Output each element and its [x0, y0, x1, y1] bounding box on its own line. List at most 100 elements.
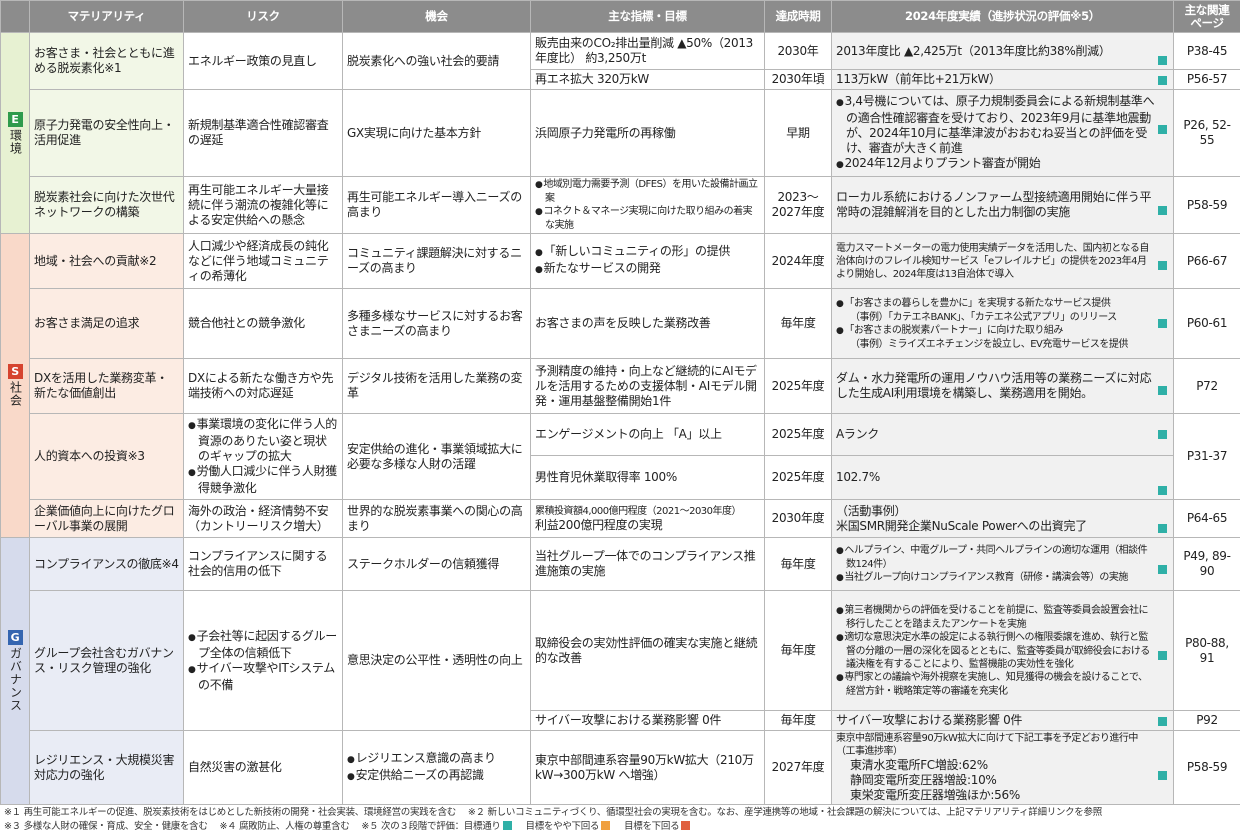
result-text: 2013年度比 ▲2,425万t（2013年度比約38%削減）: [836, 43, 1111, 58]
result-line: （活動事例）: [836, 503, 907, 518]
opportunity-item: 安定供給ニーズの再認識: [347, 768, 526, 785]
opportunity-cell: 安定供給の進化・事業領域拡大に必要な多様な人財の活躍: [342, 413, 531, 500]
kpi-cell: 「新しいコミュニティの形」の提供 新たなサービスの開発: [530, 233, 765, 289]
risk-cell: DXによる新たな働き方や先端技術への対応遅延: [183, 358, 343, 414]
result-line: 静岡変電所変圧器増設:10%: [850, 773, 997, 787]
period-cell: 毎年度: [764, 288, 832, 359]
materiality-cell: 人的資本への投資※3: [29, 413, 184, 500]
table-row: DXを活用した業務変革・新たな価値創出 DXによる新たな働き方や先端技術への対応…: [1, 358, 1240, 414]
evaluation-achieved-icon: [1158, 319, 1167, 328]
table-row: 企業価値向上に向けたグローバル事業の展開 海外の政治・経済情勢不安（カントリーリ…: [1, 499, 1240, 538]
opportunity-cell: 再生可能エネルギー導入ニーズの高まり: [342, 176, 531, 234]
table-row: G ガバナンス コンプライアンスの徹底※4 コンプライアンスに関する社会的信用の…: [0, 537, 1240, 805]
evaluation-achieved-icon: [1158, 486, 1167, 495]
kpi-cell: 地域別電力需要予測（DFES）を用いた設備計画立案 コネクト＆マネージ実現に向け…: [530, 176, 765, 234]
result-line: 米国SMR開発企業NuScale Powerへの出資完了: [836, 518, 1087, 533]
table-row: S 社会 地域・社会への貢献※2 人口減少や経済成長の鈍化などに伴う地域コミュニ…: [0, 233, 1240, 538]
result-cell: サイバー攻撃における業務影響 0件: [831, 710, 1174, 731]
category-environment: E 環境: [0, 32, 30, 234]
category-governance: G ガバナンス: [0, 537, 30, 805]
result-cell: 113万kW（前年比+21万kW）: [831, 69, 1174, 90]
page-cell: P80-88, 91: [1173, 590, 1240, 711]
opportunity-cell: 意思決定の公平性・透明性の向上: [342, 590, 531, 731]
evaluation-achieved-icon: [1158, 261, 1167, 270]
kpi-item: 地域別電力需要予測（DFES）を用いた設備計画立案: [535, 178, 760, 205]
kpi-cell: 浜岡原子力発電所の再稼働: [530, 89, 765, 177]
legend-below-icon: [681, 821, 691, 830]
materiality-cell: 脱炭素社会に向けた次世代ネットワークの構築: [29, 176, 184, 234]
result-text: 電力スマートメーターの電力使用実績データを活用した、国内初となる自治体向けのフレ…: [836, 242, 1149, 280]
materiality-cell: DXを活用した業務変革・新たな価値創出: [29, 358, 184, 414]
result-list: 3,4号機については、原子力規制委員会による新規制基準への適合性確認審査を受けて…: [836, 94, 1155, 173]
materiality-cell: コンプライアンスの徹底※4: [29, 537, 184, 591]
period-cell: 2025年度: [764, 358, 832, 414]
category-g-label: ガバナンス: [8, 647, 23, 712]
evaluation-achieved-icon: [1158, 430, 1167, 439]
period-cell: 2027年度: [764, 730, 832, 805]
kpi-cell: サイバー攻撃における業務影響 0件: [530, 710, 765, 731]
opportunity-cell: コミュニティ課題解決に対するニーズの高まり: [342, 233, 531, 289]
table-row: レジリエンス・大規模災害対応力の強化 自然災害の激甚化 レジリエンス意識の高まり…: [1, 730, 1240, 805]
result-head: 東京中部間連系容量90万kW拡大に向けて下記工事を予定どおり進行中（工事進捗率）: [836, 733, 1138, 757]
risk-cell: エネルギー政策の見直し: [183, 32, 343, 90]
result-list: ヘルプライン、中電グループ・共同ヘルプラインの適切な運用（相談件数124件） 当…: [836, 544, 1155, 585]
kpi-cell: 男性育児休業取得率 100%: [530, 455, 765, 500]
page-cell: P56-57: [1173, 69, 1240, 90]
result-text: ローカル系統におけるノンファーム型接続適用開始に伴う平常時の混雑解消を目的とした…: [836, 190, 1152, 219]
result-cell: Aランク: [831, 413, 1174, 456]
result-item: 当社グループ向けコンプライアンス教育（研修・講演会等）の実施: [836, 571, 1155, 585]
result-cell: 「お客さまの暮らしを豊かに」を実現する新たなサービス提供 （事例）「カテエネBA…: [831, 288, 1174, 359]
result-item: 「お客さまの暮らしを豊かに」を実現する新たなサービス提供: [836, 297, 1155, 311]
result-text: 102.7%: [836, 470, 880, 484]
category-g-badge: G: [7, 630, 23, 645]
kpi-item: 「新しいコミュニティの形」の提供: [535, 244, 760, 261]
category-s-badge: S: [7, 364, 23, 379]
opportunity-item: レジリエンス意識の高まり: [347, 751, 526, 768]
result-cell: ヘルプライン、中電グループ・共同ヘルプラインの適切な運用（相談件数124件） 当…: [831, 537, 1174, 591]
result-item: 専門家との議論や海外視察を実施し、知見獲得の機会を設けることで、経営方針・戦略策…: [836, 671, 1155, 698]
risk-item: 子会社等に起因するグループ全体の信頼低下: [188, 629, 338, 661]
opportunity-cell: レジリエンス意識の高まり 安定供給ニーズの再認識: [342, 730, 531, 805]
evaluation-achieved-icon: [1158, 565, 1167, 574]
risk-item: 事業環境の変化に伴う人的資源のありたい姿と現状のギャップの拡大: [188, 417, 338, 464]
evaluation-achieved-icon: [1158, 206, 1167, 215]
header-period: 達成時期: [764, 0, 832, 33]
page-cell: P58-59: [1173, 730, 1240, 805]
evaluation-achieved-icon: [1158, 651, 1167, 660]
result-text: サイバー攻撃における業務影響 0件: [836, 713, 1023, 727]
page-cell: P60-61: [1173, 288, 1240, 359]
period-cell: 毎年度: [764, 590, 832, 711]
risk-cell: 新規制基準適合性確認審査の遅延: [183, 89, 343, 177]
table-row: 原子力発電の安全性向上・活用促進 新規制基準適合性確認審査の遅延 GX実現に向け…: [1, 89, 1240, 177]
page-cell: P38-45: [1173, 32, 1240, 70]
risk-cell: 子会社等に起因するグループ全体の信頼低下 サイバー攻撃やITシステムの不備: [183, 590, 343, 731]
kpi-cell: 販売由来のCO₂排出量削減 ▲50%（2013年度比） 約3,250万t: [530, 32, 765, 70]
result-cell: ローカル系統におけるノンファーム型接続適用開始に伴う平常時の混雑解消を目的とした…: [831, 176, 1174, 234]
table-header: マテリアリティ リスク 機会 主な指標・目標 達成時期 2024年度実績（進捗状…: [0, 0, 1240, 33]
footnote-line-2: ※３ 多様な人財の確保・育成、安全・健康を含む ※４ 腐敗防止、人権の尊重含む …: [4, 820, 1236, 834]
result-list: 「お客さまの暮らしを豊かに」を実現する新たなサービス提供: [836, 297, 1155, 311]
kpi-line: 利益200億円程度の実現: [535, 517, 663, 532]
result-item: 「お客さまの脱炭素パートナー」に向けた取り組み: [836, 324, 1155, 338]
result-cell: 東京中部間連系容量90万kW拡大に向けて下記工事を予定どおり進行中（工事進捗率）…: [831, 730, 1174, 805]
evaluation-achieved-icon: [1158, 771, 1167, 780]
page-cell: P49, 89-90: [1173, 537, 1240, 591]
table-row: 人的資本への投資※3 事業環境の変化に伴う人的資源のありたい姿と現状のギャップの…: [1, 413, 1240, 500]
footnote-5-below: 目標を下回る: [624, 821, 680, 832]
materiality-cell: 企業価値向上に向けたグローバル事業の展開: [29, 499, 184, 538]
kpi-list: 「新しいコミュニティの形」の提供 新たなサービスの開発: [535, 244, 760, 278]
kpi-cell: 東京中部間連系容量90万kW拡大（210万kW→300万kW へ増強）: [530, 730, 765, 805]
kpi-cell: お客さまの声を反映した業務改善: [530, 288, 765, 359]
table-row: 脱炭素社会に向けた次世代ネットワークの構築 再生可能エネルギー大量接続に伴う潮流…: [1, 176, 1240, 234]
result-cell: ダム・水力発電所の運用ノウハウ活用等の業務ニーズに対応した生成AI利用環境を構築…: [831, 358, 1174, 414]
result-item: ヘルプライン、中電グループ・共同ヘルプラインの適切な運用（相談件数124件）: [836, 544, 1155, 571]
result-cell: 第三者機関からの評価を受けることを前提に、監査等委員会設置会社に移行したことを踏…: [831, 590, 1174, 711]
header-kpi: 主な指標・目標: [530, 0, 765, 33]
kpi-cell: 予測精度の維持・向上など継続的にAIモデルを活用するための支援体制・AIモデル開…: [530, 358, 765, 414]
kpi-item: 新たなサービスの開発: [535, 261, 760, 278]
materiality-cell: お客さま・社会とともに進める脱炭素化※1: [29, 32, 184, 90]
risk-cell: 事業環境の変化に伴う人的資源のありたい姿と現状のギャップの拡大 労働人口減少に伴…: [183, 413, 343, 500]
opportunity-cell: ステークホルダーの信頼獲得: [342, 537, 531, 591]
risk-list: 子会社等に起因するグループ全体の信頼低下 サイバー攻撃やITシステムの不備: [188, 629, 338, 693]
risk-cell: 再生可能エネルギー大量接続に伴う潮流の複雑化等による安定供給への懸念: [183, 176, 343, 234]
